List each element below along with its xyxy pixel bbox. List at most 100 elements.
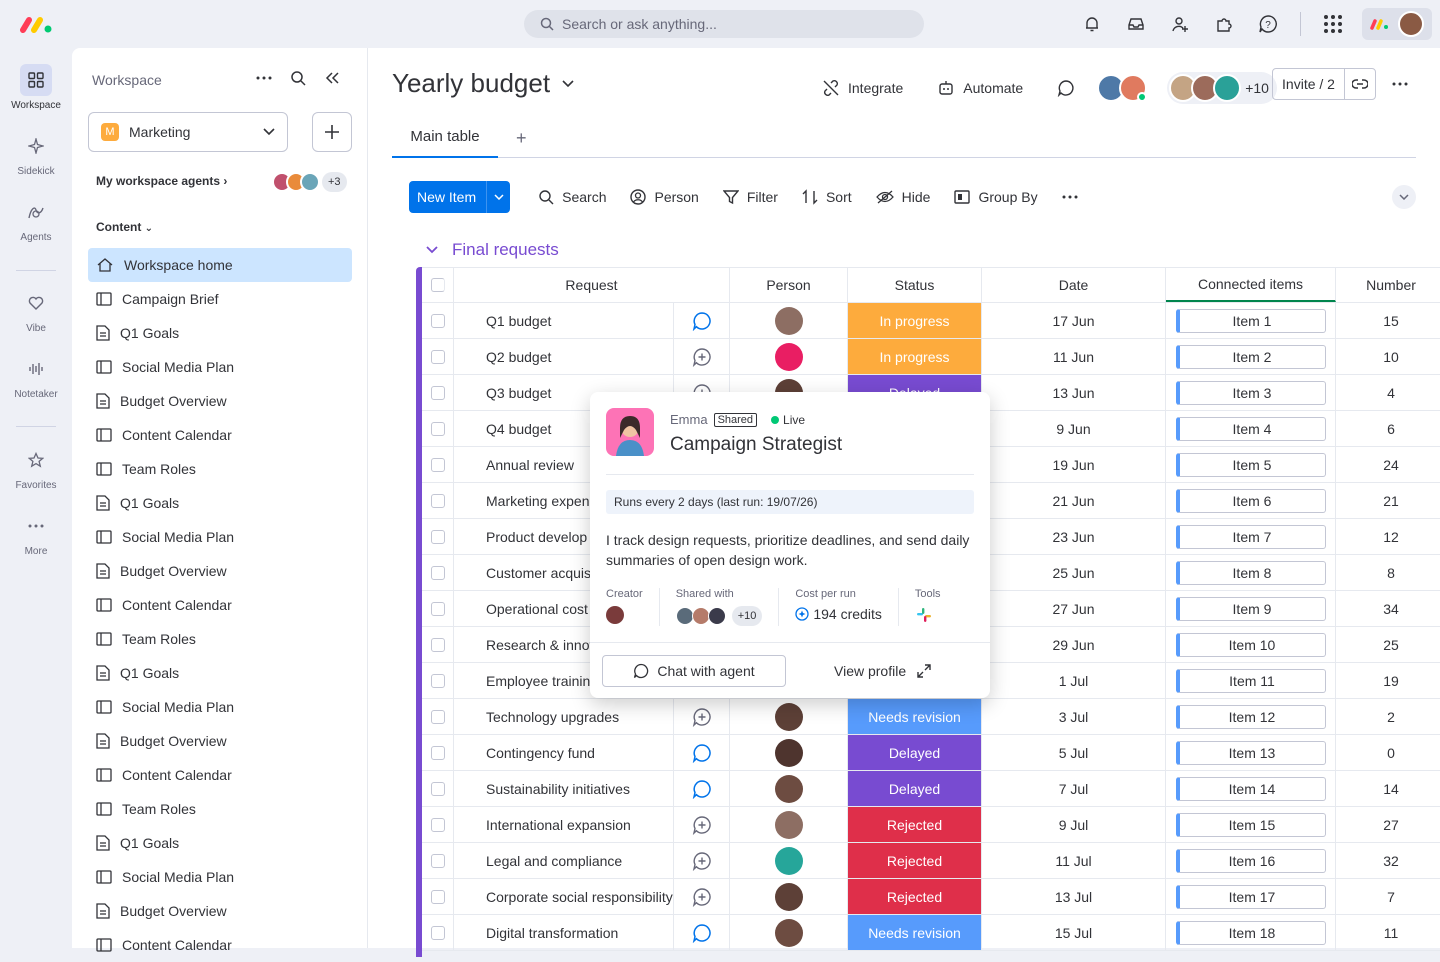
date-cell[interactable]: 5 Jul [982, 735, 1166, 770]
column-status[interactable]: Status [848, 268, 982, 302]
row-checkbox[interactable] [422, 411, 454, 446]
row-checkbox[interactable] [422, 591, 454, 626]
board-more-icon[interactable] [1392, 82, 1408, 86]
person-cell[interactable] [730, 303, 848, 338]
number-cell[interactable]: 12 [1336, 519, 1440, 554]
connected-items-cell[interactable]: Item 8 [1166, 555, 1336, 590]
column-person[interactable]: Person [730, 268, 848, 302]
add-view-icon[interactable]: + [516, 128, 527, 149]
updates-button[interactable] [1057, 79, 1075, 97]
connected-items-cell[interactable]: Item 1 [1166, 303, 1336, 338]
request-cell[interactable]: Q2 budget [454, 339, 674, 374]
table-row[interactable]: Q2 budget In progress 11 Jun Item 2 10 [422, 339, 1440, 375]
row-checkbox[interactable] [422, 663, 454, 698]
request-cell[interactable]: Contingency fund [454, 735, 674, 770]
table-row[interactable]: Sustainability initiatives Delayed 7 Jul It… [422, 771, 1440, 807]
column-request[interactable]: Request [454, 268, 730, 302]
row-checkbox[interactable] [422, 879, 454, 914]
row-checkbox[interactable] [422, 627, 454, 662]
sidebar-item[interactable]: Budget Overview [88, 554, 352, 588]
slack-icon[interactable] [915, 606, 933, 624]
sidebar-item[interactable]: Q1 Goals [88, 486, 352, 520]
number-cell[interactable]: 27 [1336, 807, 1440, 842]
connected-items-cell[interactable]: Item 16 [1166, 843, 1336, 878]
sidebar-item[interactable]: Q1 Goals [88, 656, 352, 690]
number-cell[interactable]: 32 [1336, 843, 1440, 878]
automate-button[interactable]: Automate [937, 79, 1023, 97]
connected-item-chip[interactable]: Item 6 [1175, 488, 1326, 513]
rail-agents[interactable]: Agents [0, 196, 72, 243]
date-cell[interactable]: 15 Jul [982, 915, 1166, 950]
more-toolbar-icon[interactable] [1062, 195, 1078, 199]
sidebar-item[interactable]: Social Media Plan [88, 350, 352, 384]
connected-items-cell[interactable]: Item 17 [1166, 879, 1336, 914]
monday-logo-icon[interactable] [20, 14, 54, 34]
person-cell[interactable] [730, 699, 848, 734]
date-cell[interactable]: 17 Jun [982, 303, 1166, 338]
view-profile-button[interactable]: View profile [834, 655, 932, 687]
content-section-toggle[interactable]: Content ⌄ [96, 220, 153, 234]
updates-cell[interactable] [674, 735, 730, 770]
new-item-dropdown[interactable] [486, 181, 510, 213]
connected-items-cell[interactable]: Item 14 [1166, 771, 1336, 806]
group-by-button[interactable]: Group By [954, 189, 1038, 205]
bell-icon[interactable] [1080, 12, 1104, 36]
row-checkbox[interactable] [422, 303, 454, 338]
invite-button[interactable]: Invite / 2 [1272, 68, 1376, 100]
date-cell[interactable]: 19 Jun [982, 447, 1166, 482]
table-row[interactable]: Contingency fund Delayed 5 Jul Item 13 0 [422, 735, 1440, 771]
request-cell[interactable]: Digital transformation [454, 915, 674, 950]
date-cell[interactable]: 25 Jun [982, 555, 1166, 590]
collapse-toolbar-button[interactable] [1392, 185, 1416, 209]
sidebar-item[interactable]: Team Roles [88, 452, 352, 486]
search-button[interactable]: Search [538, 189, 606, 205]
table-row[interactable]: Technology upgrades Needs revision 3 Jul It… [422, 699, 1440, 735]
inbox-icon[interactable] [1124, 12, 1148, 36]
table-row[interactable]: Legal and compliance Rejected 11 Jul Item 1… [422, 843, 1440, 879]
connected-items-cell[interactable]: Item 2 [1166, 339, 1336, 374]
row-checkbox[interactable] [422, 771, 454, 806]
connected-item-chip[interactable]: Item 16 [1175, 848, 1326, 873]
workspace-selector[interactable]: M Marketing [88, 112, 288, 152]
updates-cell[interactable] [674, 879, 730, 914]
status-cell[interactable]: Rejected [848, 879, 982, 914]
board-agents-avatars[interactable] [1097, 74, 1148, 102]
filter-button[interactable]: Filter [722, 189, 778, 205]
number-cell[interactable]: 4 [1336, 375, 1440, 410]
number-cell[interactable]: 21 [1336, 483, 1440, 518]
board-title[interactable]: Yearly budget [392, 68, 574, 99]
sidebar-item[interactable]: Campaign Brief [88, 282, 352, 316]
connected-item-chip[interactable]: Item 10 [1175, 632, 1326, 657]
sidebar-item[interactable]: Content Calendar [88, 588, 352, 622]
connected-item-chip[interactable]: Item 1 [1175, 308, 1326, 333]
status-cell[interactable]: Needs revision [848, 915, 982, 950]
sidebar-item[interactable]: Social Media Plan [88, 520, 352, 554]
connected-item-chip[interactable]: Item 7 [1175, 524, 1326, 549]
board-members[interactable]: +10 [1167, 72, 1277, 104]
request-cell[interactable]: Sustainability initiatives [454, 771, 674, 806]
connected-item-chip[interactable]: Item 2 [1175, 344, 1326, 369]
number-cell[interactable]: 10 [1336, 339, 1440, 374]
row-checkbox[interactable] [422, 699, 454, 734]
date-cell[interactable]: 11 Jul [982, 843, 1166, 878]
status-cell[interactable]: In progress [848, 339, 982, 374]
number-cell[interactable]: 8 [1336, 555, 1440, 590]
number-cell[interactable]: 2 [1336, 699, 1440, 734]
collapse-sidebar-icon[interactable] [324, 70, 340, 86]
number-cell[interactable]: 11 [1336, 915, 1440, 950]
connected-item-chip[interactable]: Item 14 [1175, 776, 1326, 801]
updates-cell[interactable] [674, 843, 730, 878]
status-cell[interactable]: Needs revision [848, 699, 982, 734]
table-row[interactable]: Digital transformation Needs revision 15 J… [422, 915, 1440, 951]
shared-with-avatars[interactable]: +10 [675, 606, 763, 626]
updates-cell[interactable] [674, 339, 730, 374]
number-cell[interactable]: 15 [1336, 303, 1440, 338]
connected-item-chip[interactable]: Item 8 [1175, 560, 1326, 585]
person-cell[interactable] [730, 807, 848, 842]
sidebar-item[interactable]: Q1 Goals [88, 316, 352, 350]
row-checkbox[interactable] [422, 555, 454, 590]
rail-notetaker[interactable]: Notetaker [0, 353, 72, 400]
rail-vibe[interactable]: Vibe [0, 287, 72, 334]
person-cell[interactable] [730, 735, 848, 770]
connected-items-cell[interactable]: Item 12 [1166, 699, 1336, 734]
